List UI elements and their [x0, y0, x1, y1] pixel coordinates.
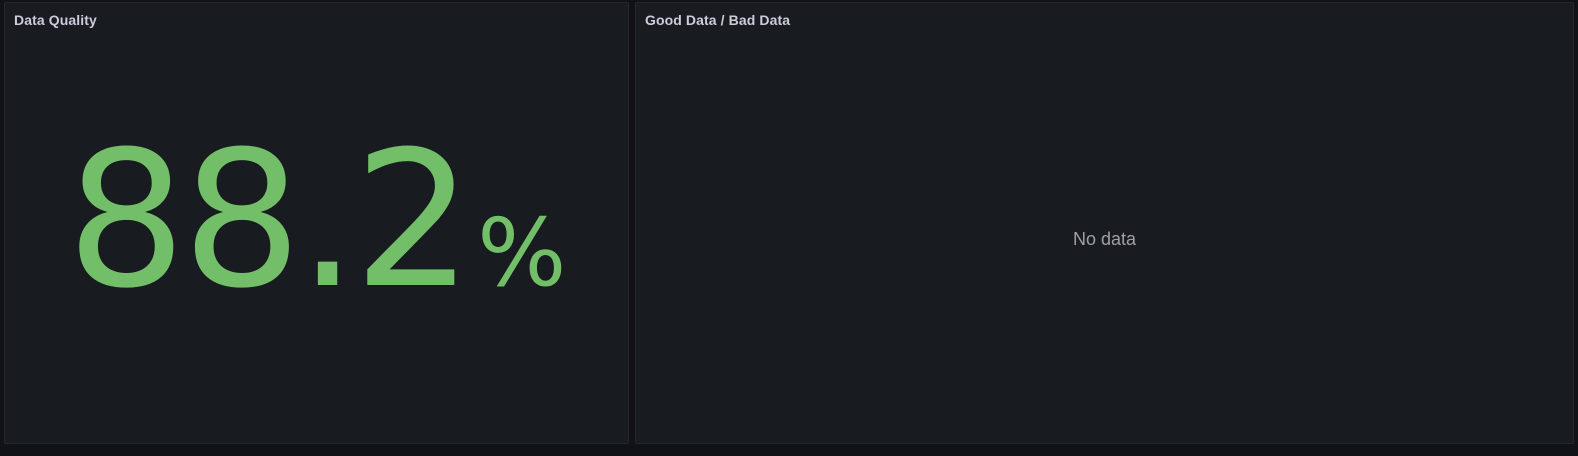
no-data-message: No data: [1072, 229, 1137, 249]
data-quality-panel: Data Quality 88.2 %: [4, 2, 629, 444]
good-bad-data-panel-header[interactable]: Good Data / Bad Data: [636, 3, 1573, 35]
data-quality-panel-header[interactable]: Data Quality: [5, 3, 628, 35]
good-bad-data-panel-title[interactable]: Good Data / Bad Data: [645, 12, 790, 28]
data-quality-stat: 88.2 %: [5, 111, 628, 331]
good-bad-data-panel: Good Data / Bad Data No data: [635, 2, 1574, 444]
data-quality-stat-unit: %: [477, 199, 567, 308]
data-quality-stat-value: 88.2: [66, 111, 474, 330]
data-quality-panel-title[interactable]: Data Quality: [14, 12, 97, 28]
